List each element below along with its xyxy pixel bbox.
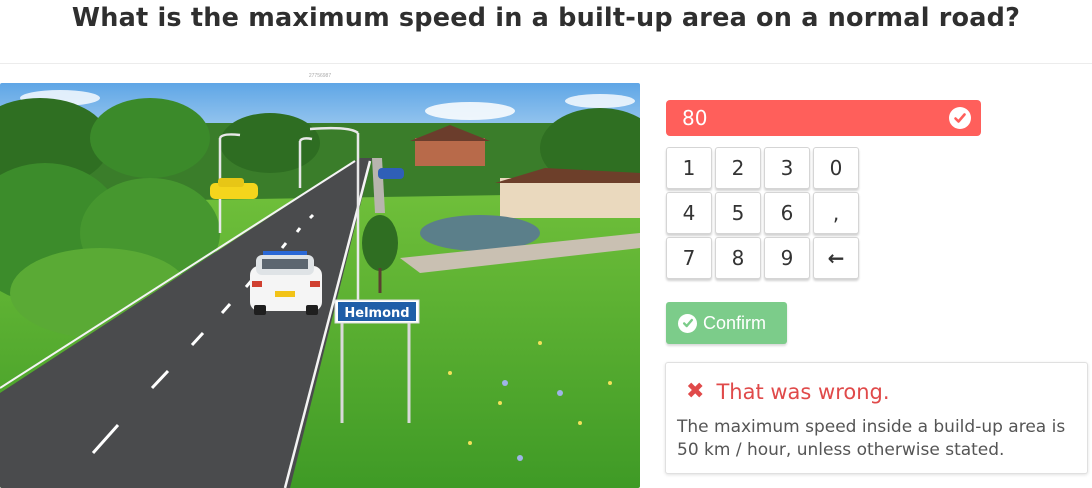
key-5[interactable]: 5 bbox=[715, 192, 761, 234]
key-4[interactable]: 4 bbox=[666, 192, 712, 234]
header-divider bbox=[0, 63, 1092, 64]
feedback-heading: ✖ That was wrong. bbox=[686, 379, 890, 404]
feedback-panel: ✖ That was wrong. The maximum speed insi… bbox=[665, 362, 1088, 474]
image-caption: 27756987 bbox=[308, 73, 332, 79]
x-icon: ✖ bbox=[686, 379, 705, 404]
key-8[interactable]: 8 bbox=[715, 237, 761, 279]
question-title: What is the maximum speed in a built-up … bbox=[71, 3, 1021, 33]
backspace-key[interactable]: ← bbox=[813, 237, 859, 279]
answer-display: 80 bbox=[666, 100, 981, 136]
key-0[interactable]: 0 bbox=[813, 147, 859, 189]
key-2[interactable]: 2 bbox=[715, 147, 761, 189]
feedback-title: That was wrong. bbox=[716, 379, 890, 404]
check-circle-icon bbox=[678, 313, 697, 333]
answer-value: 80 bbox=[682, 106, 708, 130]
key-9[interactable]: 9 bbox=[764, 237, 810, 279]
confirm-label: Confirm bbox=[703, 312, 767, 333]
question-image: Helmond bbox=[0, 83, 640, 488]
key-7[interactable]: 7 bbox=[666, 237, 712, 279]
check-circle-icon bbox=[949, 107, 971, 129]
key-3[interactable]: 3 bbox=[764, 147, 810, 189]
feedback-explanation: The maximum speed inside a build-up area… bbox=[677, 417, 1066, 460]
key-comma[interactable]: , bbox=[813, 192, 859, 234]
key-1[interactable]: 1 bbox=[666, 147, 712, 189]
place-name-sign: Helmond bbox=[344, 306, 409, 321]
confirm-button[interactable]: Confirm bbox=[666, 302, 787, 344]
key-6[interactable]: 6 bbox=[764, 192, 810, 234]
